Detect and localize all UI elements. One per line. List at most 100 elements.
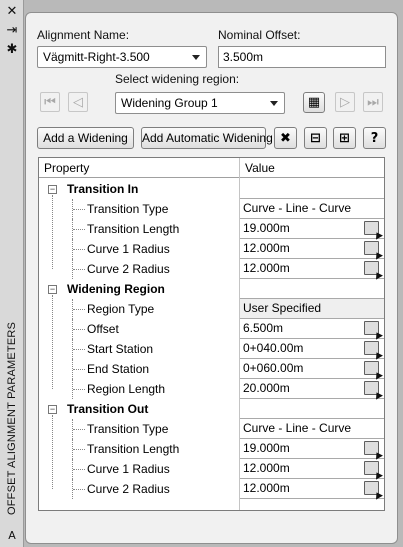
pick-from-drawing-icon[interactable] [364,481,379,495]
nominal-offset-label: Nominal Offset: [218,28,301,42]
tree-branch-line [73,489,85,490]
pick-from-drawing-icon[interactable] [364,241,379,255]
property-name: Region Length [87,382,166,396]
expand-grid-icon[interactable]: ⊞ [333,127,356,149]
property-value[interactable]: 19.000m [240,439,384,459]
widening-region-label: Select widening region: [115,72,240,86]
chevron-down-icon [270,101,278,106]
grid-header: Property Value [39,158,384,178]
palette-side-strip: ✕ ⇥ ✱ OFFSET ALIGNMENT PARAMETERS A [0,0,24,547]
property-value-text: 20.000m [243,381,290,395]
delete-widening-icon[interactable]: ✖ [274,127,297,149]
grid-property-row[interactable]: Curve 1 Radius 12.000m [39,459,384,479]
property-name: Curve 1 Radius [87,242,170,256]
grid-property-row[interactable]: Curve 2 Radius 12.000m [39,479,384,499]
chevron-down-icon [192,55,200,60]
next-region-icon[interactable]: ▷ [335,92,355,112]
grid-property-row[interactable]: Region Length 20.000m [39,379,384,399]
pick-from-drawing-icon[interactable] [364,461,379,475]
property-value-text: 12.000m [243,461,290,475]
tree-branch-line [73,449,85,450]
value-column-header: Value [245,161,275,175]
pick-from-drawing-icon[interactable] [364,341,379,355]
property-name: Transition Type [87,202,169,216]
collapse-grid-icon[interactable]: ⊟ [304,127,327,149]
grid-property-row[interactable]: Curve 1 Radius 12.000m [39,239,384,259]
property-value[interactable]: 6.500m [240,319,384,339]
pick-from-drawing-icon[interactable] [364,221,379,235]
pick-from-drawing-icon[interactable] [364,321,379,335]
nominal-offset-field[interactable]: 3.500m [218,46,386,68]
property-value-text: 12.000m [243,261,290,275]
property-value[interactable]: Curve - Line - Curve [240,419,384,439]
grid-property-row[interactable]: Region Type User Specified [39,299,384,319]
last-region-icon[interactable]: ⏭ [363,92,383,112]
first-region-icon[interactable]: ⏮ [40,92,60,112]
close-icon[interactable]: ✕ [4,3,20,19]
property-value[interactable]: 12.000m [240,479,384,499]
property-name: Transition Length [87,442,180,456]
tree-branch-line [73,209,85,210]
pick-from-drawing-icon[interactable] [364,361,379,375]
grid-property-row[interactable]: Transition Type Curve - Line - Curve [39,199,384,219]
tree-branch-line [73,249,85,250]
property-name: Curve 1 Radius [87,462,170,476]
grid-category-row[interactable]: − Widening Region [39,279,384,299]
property-name: Start Station [87,342,154,356]
property-value[interactable]: User Specified [240,299,384,319]
widening-region-value: Widening Group 1 [121,96,218,110]
property-value[interactable]: 0+060.00m [240,359,384,379]
grid-property-row[interactable]: End Station 0+060.00m [39,359,384,379]
alignment-name-dropdown[interactable]: Vägmitt-Right-3.500 [37,46,207,68]
collapse-icon[interactable]: − [48,405,57,414]
property-column-header: Property [44,161,90,175]
property-value-text: Curve - Line - Curve [243,421,352,435]
grid-category-row[interactable]: − Transition In [39,179,384,199]
pick-region-icon[interactable]: ▦ [303,92,325,113]
pin-icon[interactable]: ⇥ [4,22,20,38]
add-widening-button[interactable]: Add a Widening [37,127,134,149]
widening-region-dropdown[interactable]: Widening Group 1 [115,92,285,114]
grid-property-row[interactable]: Curve 2 Radius 12.000m [39,259,384,279]
tree-branch-line [73,389,85,390]
property-value-text: 19.000m [243,221,290,235]
property-name: Transition Length [87,222,180,236]
collapse-icon[interactable]: − [48,285,57,294]
property-name: Region Type [87,302,155,316]
category-name: Widening Region [67,282,165,296]
grid-property-row[interactable]: Transition Type Curve - Line - Curve [39,419,384,439]
category-name: Transition Out [67,402,149,416]
alignment-name-label: Alignment Name: [37,28,130,42]
grid-property-row[interactable]: Transition Length 19.000m [39,219,384,239]
pick-from-drawing-icon[interactable] [364,441,379,455]
grid-property-row[interactable]: Offset 6.500m [39,319,384,339]
property-value-text: 19.000m [243,441,290,455]
property-name: End Station [87,362,150,376]
pick-from-drawing-icon[interactable] [364,381,379,395]
property-value[interactable]: 19.000m [240,219,384,239]
help-icon[interactable]: ? [363,127,386,149]
property-name: Curve 2 Radius [87,482,170,496]
property-value[interactable]: 12.000m [240,459,384,479]
pick-from-drawing-icon[interactable] [364,261,379,275]
grid-property-row[interactable]: Transition Length 19.000m [39,439,384,459]
property-value[interactable]: 0+040.00m [240,339,384,359]
property-value[interactable]: Curve - Line - Curve [240,199,384,219]
settings-icon[interactable]: ✱ [4,41,20,57]
property-value-text: Curve - Line - Curve [243,201,352,215]
properties-icon[interactable]: A [4,527,20,543]
add-automatic-widening-button[interactable]: Add Automatic Widening [141,127,273,149]
property-value-text: 6.500m [243,321,284,335]
collapse-icon[interactable]: − [48,185,57,194]
widening-panel: Alignment Name: Vägmitt-Right-3.500 Nomi… [25,12,398,544]
property-value-text: 12.000m [243,481,290,495]
property-value[interactable]: 12.000m [240,259,384,279]
property-value[interactable]: 12.000m [240,239,384,259]
property-value[interactable]: 20.000m [240,379,384,399]
tree-branch-line [73,269,85,270]
grid-category-row[interactable]: − Transition Out [39,399,384,419]
previous-region-icon[interactable]: ◁ [68,92,88,112]
grid-property-row[interactable]: Start Station 0+040.00m [39,339,384,359]
category-name: Transition In [67,182,139,196]
property-name: Transition Type [87,422,169,436]
